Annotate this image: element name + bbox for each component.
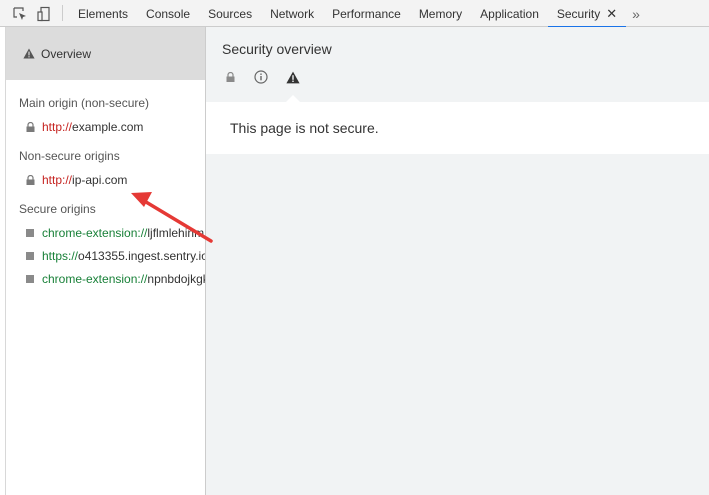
warning-icon <box>286 67 318 87</box>
tab-label: Console <box>146 6 191 21</box>
secure-origin-icon <box>26 251 34 260</box>
security-main-panel: Security overview This page is not secur… <box>206 27 709 495</box>
lock-icon <box>26 174 35 185</box>
overview-label: Overview <box>41 46 92 61</box>
security-state-icons <box>222 67 693 87</box>
tab-network[interactable]: Network <box>261 0 323 27</box>
tab-label: Network <box>270 6 315 21</box>
origin-item-nonsecure[interactable]: http://ip-api.com <box>6 168 205 191</box>
tab-memory[interactable]: Memory <box>410 0 471 27</box>
summary-pointer <box>286 95 300 102</box>
tab-performance[interactable]: Performance <box>323 0 410 27</box>
device-toolbar-icon[interactable] <box>32 0 56 27</box>
warning-icon <box>23 48 35 59</box>
origin-item-secure[interactable]: chrome-extension://npnbdojkgk <box>6 267 205 290</box>
origin-scheme: http:// <box>42 172 73 187</box>
more-tabs-icon[interactable]: » <box>626 0 646 27</box>
origin-host: example.com <box>72 119 144 134</box>
security-summary: This page is not secure. <box>206 95 709 154</box>
origin-scheme: chrome-extension:// <box>42 225 148 240</box>
tab-security[interactable]: Security ✕ <box>547 0 627 28</box>
tab-label: Memory <box>418 6 463 21</box>
tab-label: Sources <box>208 6 253 21</box>
security-sidebar: Overview Main origin (non-secure) http:/… <box>5 27 206 495</box>
origin-scheme: https:// <box>42 248 79 263</box>
origin-scheme: http:// <box>42 119 73 134</box>
inspect-element-icon[interactable] <box>8 0 32 27</box>
close-icon[interactable]: ✕ <box>606 7 617 20</box>
summary-text: This page is not secure. <box>230 120 379 136</box>
tab-label: Application <box>480 6 539 21</box>
main-origin-heading: Main origin (non-secure) <box>19 96 150 110</box>
lock-icon <box>26 121 35 132</box>
origin-host: ip-api.com <box>72 172 128 187</box>
tab-application[interactable]: Application <box>471 0 548 27</box>
lock-icon <box>222 67 254 87</box>
origin-host: o413355.ingest.sentry.io <box>78 248 205 263</box>
origin-scheme: chrome-extension:// <box>42 271 148 286</box>
secure-origin-icon <box>26 274 34 283</box>
origin-host: npnbdojkgk <box>147 271 205 286</box>
tab-label: Elements <box>78 6 129 21</box>
origin-item-main[interactable]: http://example.com <box>6 115 205 138</box>
tab-sources[interactable]: Sources <box>199 0 261 27</box>
origin-item-secure[interactable]: https://o413355.ingest.sentry.io <box>6 244 205 267</box>
origin-item-secure[interactable]: chrome-extension://ljflmlehinm <box>6 221 205 244</box>
tab-console[interactable]: Console <box>137 0 199 27</box>
tab-label: Performance <box>332 6 401 21</box>
toolbar-divider <box>62 5 63 21</box>
devtools-toolbar: Elements Console Sources Network Perform… <box>0 0 709 28</box>
page-title: Security overview <box>222 41 332 57</box>
overview-header: Security overview <box>206 27 709 102</box>
nonsecure-origins-heading: Non-secure origins <box>19 149 120 163</box>
tab-label: Security <box>556 6 601 21</box>
tab-elements[interactable]: Elements <box>69 0 137 27</box>
secure-origins-heading: Secure origins <box>19 202 96 216</box>
sidebar-item-overview[interactable]: Overview <box>6 27 205 80</box>
info-icon <box>254 67 286 87</box>
secure-origin-icon <box>26 228 34 237</box>
origin-host: ljflmlehinm <box>147 225 205 240</box>
